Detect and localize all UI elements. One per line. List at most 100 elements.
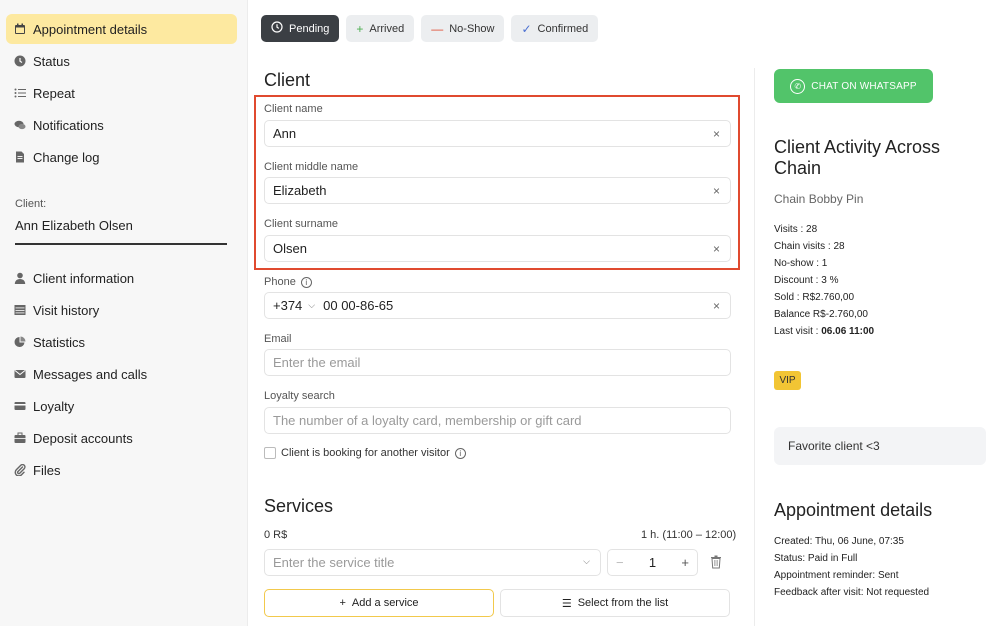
- sidebar-item-label: Deposit accounts: [33, 430, 133, 446]
- phone-label-text: Phone: [264, 276, 296, 288]
- client-surname-input[interactable]: Olsen ×: [264, 235, 731, 262]
- plus-icon: +: [339, 597, 346, 609]
- sidebar-item-deposit-accounts[interactable]: Deposit accounts: [6, 423, 237, 453]
- client-name-value: Ann: [273, 126, 297, 141]
- sidebar-item-label: Messages and calls: [33, 366, 148, 382]
- client-section-title: Client: [264, 70, 311, 90]
- appointment-details-title: Appointment details: [774, 500, 933, 520]
- info-icon[interactable]: i: [454, 447, 466, 459]
- decrement-button[interactable]: −: [616, 555, 624, 570]
- paperclip-icon: [14, 464, 26, 476]
- clear-icon[interactable]: ×: [713, 127, 720, 141]
- chat-bubbles-icon: [14, 119, 26, 131]
- client-name-label: Client name: [264, 103, 323, 115]
- loyalty-search-input[interactable]: The number of a loyalty card, membership…: [264, 407, 731, 434]
- sidebar-item-loyalty[interactable]: Loyalty: [6, 391, 237, 421]
- sidebar-item-label: Notifications: [33, 117, 104, 133]
- activity-title-line-1: Client Activity Across: [774, 137, 941, 157]
- sidebar-item-status[interactable]: Status: [6, 46, 237, 76]
- whatsapp-label: CHAT ON WHATSAPP: [811, 80, 917, 92]
- quantity-stepper[interactable]: − 1 +: [607, 549, 698, 576]
- services-time-range: 1 h. (11:00 – 12:00): [641, 529, 737, 541]
- another-visitor-label: Client is booking for another visitor: [281, 447, 450, 459]
- chevron-down-icon[interactable]: ⌵: [308, 300, 315, 311]
- person-icon: [14, 272, 26, 284]
- phone-value: 00 00-86-65: [323, 298, 394, 313]
- appointment-created: Created: Thu, 06 June, 07:35: [774, 536, 904, 547]
- favorite-client-text: Favorite client <3: [788, 439, 880, 453]
- table-icon: [14, 304, 26, 316]
- trash-icon[interactable]: [710, 555, 722, 569]
- clear-icon[interactable]: ×: [713, 184, 720, 198]
- sidebar-item-statistics[interactable]: Statistics: [6, 327, 237, 357]
- stat-balance: Balance R$-2.760,00: [774, 309, 868, 320]
- client-fullname: Ann Elizabeth Olsen: [15, 218, 227, 245]
- clear-icon[interactable]: ×: [713, 242, 720, 256]
- phone-country-code[interactable]: +374: [273, 298, 302, 313]
- service-title-select[interactable]: Enter the service title ⌵: [264, 549, 601, 576]
- stat-sold: Sold : R$2.760,00: [774, 292, 855, 303]
- envelope-icon: [14, 368, 26, 380]
- sidebar-item-change-log[interactable]: Change log: [6, 142, 237, 172]
- sidebar-item-messages-and-calls[interactable]: Messages and calls: [6, 359, 237, 389]
- favorite-client-note[interactable]: Favorite client <3: [774, 427, 986, 465]
- client-middle-name-input[interactable]: Elizabeth ×: [264, 177, 731, 204]
- client-middle-name-label: Client middle name: [264, 161, 359, 173]
- vip-badge: VIP: [774, 371, 801, 390]
- sidebar-client-block: Client: Ann Elizabeth Olsen: [15, 198, 227, 245]
- email-input[interactable]: Enter the email: [264, 349, 731, 376]
- sidebar-item-client-information[interactable]: Client information: [6, 263, 237, 293]
- status-arrived-button[interactable]: + Arrived: [346, 15, 415, 42]
- services-total-price: 0 R$: [264, 529, 288, 541]
- checkmark-icon: ✓: [521, 21, 532, 36]
- loyalty-search-label: Loyalty search: [264, 390, 335, 402]
- stat-last-visit: Last visit : 06.06 11:00: [774, 323, 874, 340]
- status-pending-button[interactable]: Pending: [261, 15, 340, 42]
- select-from-list-button[interactable]: ☰ Select from the list: [500, 589, 730, 617]
- stat-discount: Discount : 3 %: [774, 275, 839, 286]
- status-bar: Pending + Arrived — No-Show ✓ Confirmed: [261, 15, 599, 42]
- stat-visits: Visits : 28: [774, 224, 818, 235]
- sidebar-item-appointment-details[interactable]: Appointment details: [6, 14, 237, 44]
- status-confirmed-button[interactable]: ✓ Confirmed: [511, 15, 599, 42]
- appointment-reminder: Appointment reminder: Sent: [774, 570, 899, 581]
- chat-on-whatsapp-button[interactable]: ✆ CHAT ON WHATSAPP: [774, 69, 933, 103]
- document-icon: [14, 151, 26, 163]
- sidebar-item-visit-history[interactable]: Visit history: [6, 295, 237, 325]
- sidebar-item-label: Client information: [33, 270, 135, 286]
- sidebar-item-repeat[interactable]: Repeat: [6, 78, 237, 108]
- sidebar-item-label: Appointment details: [33, 21, 148, 37]
- clear-icon[interactable]: ×: [713, 299, 720, 313]
- whatsapp-icon: ✆: [790, 78, 806, 94]
- last-visit-value: 06.06 11:00: [821, 326, 875, 337]
- column-divider: [754, 68, 755, 626]
- sidebar-item-notifications[interactable]: Notifications: [6, 110, 237, 140]
- clock-outline-icon: [271, 21, 283, 36]
- sidebar: Appointment details Status Repeat Notifi…: [0, 0, 248, 626]
- activity-title: Client Activity Across Chain: [774, 137, 940, 179]
- email-label: Email: [264, 333, 292, 345]
- calendar-icon: [14, 23, 26, 35]
- card-icon: [14, 400, 26, 412]
- chain-name: Chain Bobby Pin: [774, 192, 864, 206]
- service-title-placeholder: Enter the service title: [273, 555, 395, 570]
- status-arrived-label: Arrived: [369, 22, 405, 35]
- another-visitor-row: Client is booking for another visitor i: [264, 447, 466, 459]
- status-no-show-button[interactable]: — No-Show: [421, 15, 505, 42]
- info-icon[interactable]: i: [300, 276, 312, 288]
- sidebar-item-label: Statistics: [33, 334, 86, 350]
- chevron-down-icon[interactable]: ⌵: [583, 556, 590, 567]
- phone-input[interactable]: +374 ⌵ 00 00-86-65 ×: [264, 292, 731, 319]
- client-surname-value: Olsen: [273, 241, 307, 256]
- stat-chain-visits: Chain visits : 28: [774, 241, 845, 252]
- another-visitor-checkbox[interactable]: [264, 447, 276, 459]
- client-name-input[interactable]: Ann ×: [264, 120, 731, 147]
- sidebar-item-files[interactable]: Files: [6, 455, 237, 485]
- pie-chart-icon: [14, 336, 26, 348]
- add-service-button[interactable]: + Add a service: [264, 589, 494, 617]
- status-pending-label: Pending: [289, 22, 330, 35]
- sidebar-item-label: Loyalty: [33, 398, 75, 414]
- client-middle-name-value: Elizabeth: [273, 183, 327, 198]
- increment-button[interactable]: +: [681, 555, 689, 570]
- sidebar-item-label: Files: [33, 462, 61, 478]
